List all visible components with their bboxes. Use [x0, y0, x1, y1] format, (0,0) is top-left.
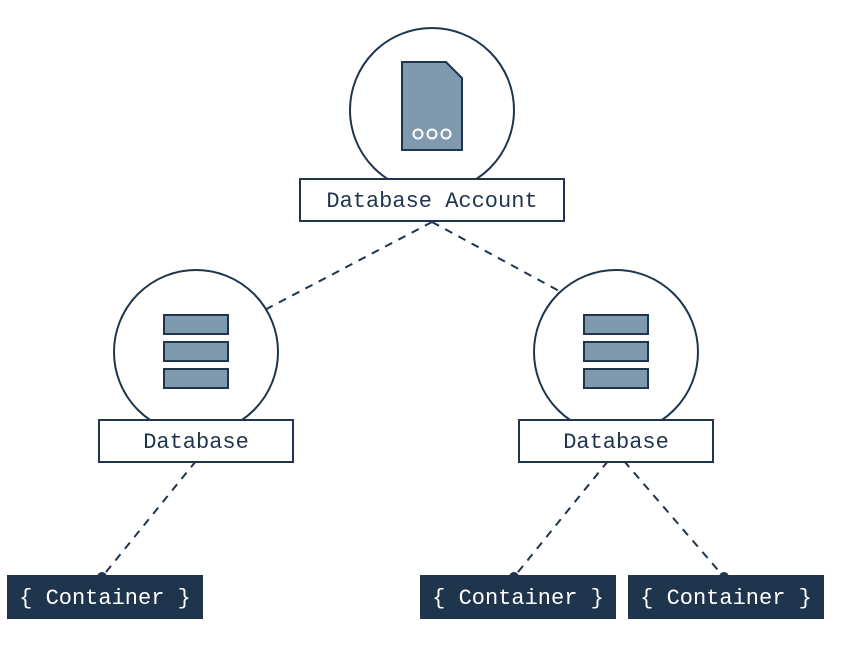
database-node-left: Database — [99, 270, 293, 462]
container-label-3: { Container } — [640, 586, 812, 611]
container-node-3: { Container } — [629, 576, 823, 618]
database-label-left: Database — [143, 430, 249, 455]
database-node-right: Database — [519, 270, 713, 462]
container-node-2: { Container } — [421, 576, 615, 618]
container-label-2: { Container } — [432, 586, 604, 611]
database-account-label: Database Account — [326, 189, 537, 214]
database-account-node: Database Account — [300, 28, 564, 221]
stack-icon — [164, 315, 228, 388]
container-label-1: { Container } — [19, 586, 191, 611]
document-icon — [402, 62, 462, 150]
container-node-1: { Container } — [8, 576, 202, 618]
database-label-right: Database — [563, 430, 669, 455]
hierarchy-diagram: Database Account Database Database { Con… — [0, 0, 864, 672]
stack-icon — [584, 315, 648, 388]
